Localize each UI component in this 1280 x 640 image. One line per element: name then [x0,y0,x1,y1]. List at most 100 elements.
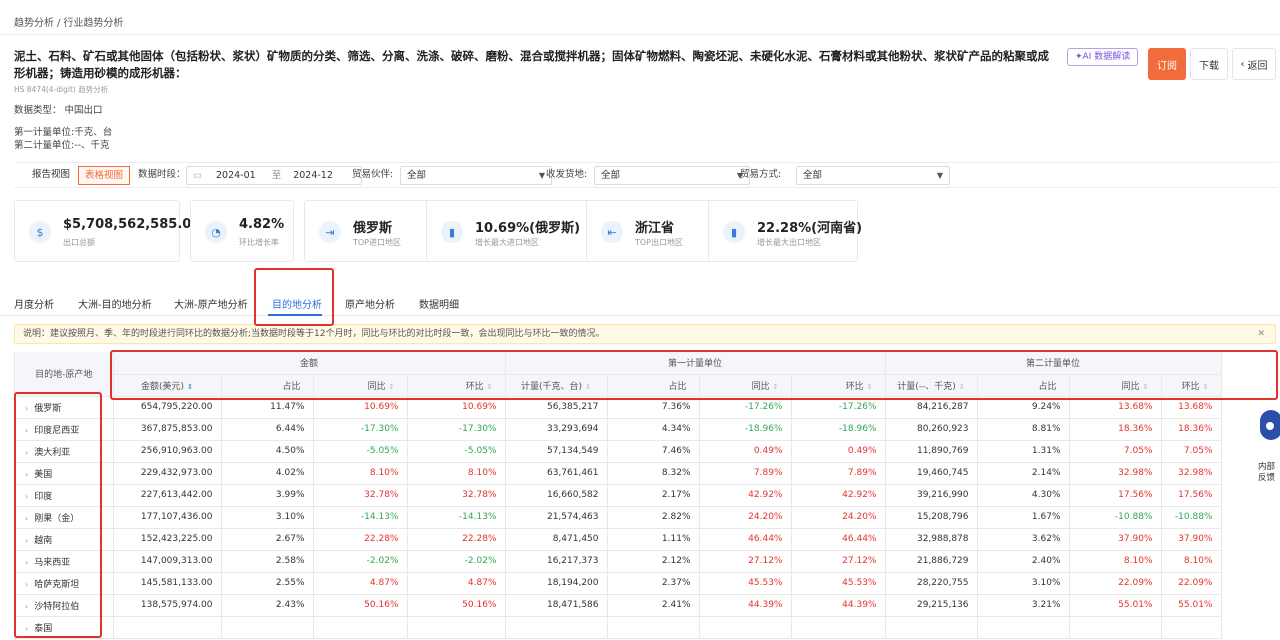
table-cell [313,616,408,639]
chart-icon: ▮ [723,221,745,243]
table-cell: 32.78% [313,484,408,507]
annotation-box-region [14,392,102,638]
table-cell: 2.12% [607,550,700,573]
table-cell: 57,134,549 [505,440,608,463]
table-row[interactable]: › 沙特阿拉伯 138,575,974.00 2.43% 50.16% 50.16% 18,… [15,594,1222,617]
table-cell: 1.31% [977,440,1070,463]
table-cell: 4.87% [313,572,408,595]
chevron-down-icon: ▼ [538,171,545,180]
table-cell: 8.32% [607,462,700,485]
origin-select[interactable]: 全部 ▼ [594,166,750,185]
table-cell: 8,471,450 [505,528,608,551]
table-cell: 256,910,963.00 [113,440,222,463]
table-cell: 22.28% [407,528,506,551]
mascot-eye [1266,422,1274,430]
table-row[interactable]: › 马来西亚 147,009,313.00 2.58% -2.02% -2.02% 16,2… [15,550,1222,573]
feedback-widget[interactable]: 内部反馈 [1254,410,1280,490]
import-icon: ⇥ [319,221,341,243]
card-top-import: ⇥ 俄罗斯 TOP进口地区 [304,200,430,262]
card-export-total: $ $5,708,562,585.00 出口总额 [14,200,200,262]
table-cell: 7.89% [699,462,792,485]
table-row[interactable]: › 美国 229,432,973.00 4.02% 8.10% 8.10% 63,761,4… [15,462,1222,485]
table-cell: 3.99% [221,484,314,507]
table-cell: -10.88% [1161,506,1222,529]
table-cell: 3.62% [977,528,1070,551]
table-row[interactable]: › 印度尼西亚 367,875,853.00 6.44% -17.30% -17.30% 3… [15,418,1222,441]
card-max-growth-export: ▮ 22.28%(河南省) 增长最大出口地区 [708,200,862,262]
table-cell: 8.10% [313,462,408,485]
table-cell: 16,660,582 [505,484,608,507]
trade-mode-label: 贸易方式: [740,169,782,180]
table-cell: 3.21% [977,594,1070,617]
date-range-picker[interactable]: ▭ 2024-01 至 2024-12 [186,166,362,185]
table-cell [699,616,792,639]
table-cell: -5.05% [407,440,506,463]
table-row[interactable]: › 澳大利亚 256,910,963.00 4.50% -5.05% -5.05% 57,1… [15,440,1222,463]
table-cell: 367,875,853.00 [113,418,222,441]
card-max-growth-import: ▮ 10.69%(俄罗斯) 增长最大进口地区 [426,200,592,262]
table-cell [791,616,886,639]
table-cell: 4.34% [607,418,700,441]
close-icon[interactable]: ✕ [1257,325,1265,343]
trade-mode-select[interactable]: 全部 ▼ [796,166,950,185]
header-divider [0,34,1280,35]
table-cell: 80,260,923 [885,418,978,441]
table-row[interactable]: › 泰国 [15,616,1222,639]
breadcrumb-industry: 行业趋势分析 [63,18,124,29]
table-cell: 46.44% [699,528,792,551]
table-cell: 55.01% [1069,594,1162,617]
table-cell: -18.96% [699,418,792,441]
chevron-down-icon: ▼ [936,171,943,180]
table-cell: 22.28% [313,528,408,551]
table-cell: 63,761,461 [505,462,608,485]
ai-interpret-button[interactable]: ✦AI 数据解读 [1067,48,1139,66]
table-cell: 2.55% [221,572,314,595]
breadcrumb: 趋势分析 / 行业趋势分析 [14,14,123,29]
table-cell: 2.58% [221,550,314,573]
table-cell: 55.01% [1161,594,1222,617]
table-cell: 18.36% [1161,418,1222,441]
card-mom-growth: ◔ 4.82% 环比增长率 [190,200,294,262]
partner-select[interactable]: 全部 ▼ [400,166,552,185]
table-row[interactable]: › 越南 152,423,225.00 2.67% 22.28% 22.28% 8,471,… [15,528,1222,551]
tab-monthly[interactable]: 月度分析 [14,296,54,311]
table-cell: -2.02% [313,550,408,573]
table-cell: 44.39% [791,594,886,617]
table-view-toggle[interactable]: 表格视图 [78,166,131,185]
table-cell: 7.46% [607,440,700,463]
table-cell: 22.09% [1069,572,1162,595]
table-cell: 227,613,442.00 [113,484,222,507]
table-cell: 15,208,796 [885,506,978,529]
subscribe-button[interactable]: 订阅 [1148,48,1186,80]
table-cell: 28,220,755 [885,572,978,595]
table-row[interactable]: › 刚果（金） 177,107,436.00 3.10% -14.13% -14.13% 2… [15,506,1222,529]
tab-continent-origin[interactable]: 大洲-原产地分析 [174,296,248,311]
tab-origin[interactable]: 原产地分析 [345,296,395,311]
table-cell: 24.20% [791,506,886,529]
feedback-label: 内部反馈 [1258,462,1280,484]
table-cell: 32.98% [1161,462,1222,485]
table-cell [221,616,314,639]
table-row[interactable]: › 印度 227,613,442.00 3.99% 32.78% 32.78% 16,660… [15,484,1222,507]
breadcrumb-trend[interactable]: 趋势分析 [14,18,54,29]
table-cell: 32.98% [1069,462,1162,485]
filter-bar: 报告视图 表格视图 数据时段： ▭ 2024-01 至 2024-12 贸易伙伴… [14,162,1278,188]
table-cell [407,616,506,639]
table-row[interactable]: › 哈萨克斯坦 145,581,133.00 2.55% 4.87% 4.87% 18,19… [15,572,1222,595]
table-cell: 8.81% [977,418,1070,441]
table-cell: 45.53% [699,572,792,595]
table-cell: 4.02% [221,462,314,485]
table-cell: 6.44% [221,418,314,441]
tab-detail[interactable]: 数据明细 [419,296,459,311]
table-cell: -17.30% [407,418,506,441]
table-cell: 17.56% [1161,484,1222,507]
download-button[interactable]: 下载 [1190,48,1228,80]
report-view-toggle[interactable]: 报告视图 [28,166,74,185]
back-button[interactable]: ‹ 返回 [1232,48,1276,80]
table-cell: 24.20% [699,506,792,529]
table-cell: 44.39% [699,594,792,617]
tab-continent-destination[interactable]: 大洲-目的地分析 [78,296,152,311]
table-cell: 229,432,973.00 [113,462,222,485]
table-cell: 4.87% [407,572,506,595]
partner-label: 贸易伙伴: [352,169,394,180]
